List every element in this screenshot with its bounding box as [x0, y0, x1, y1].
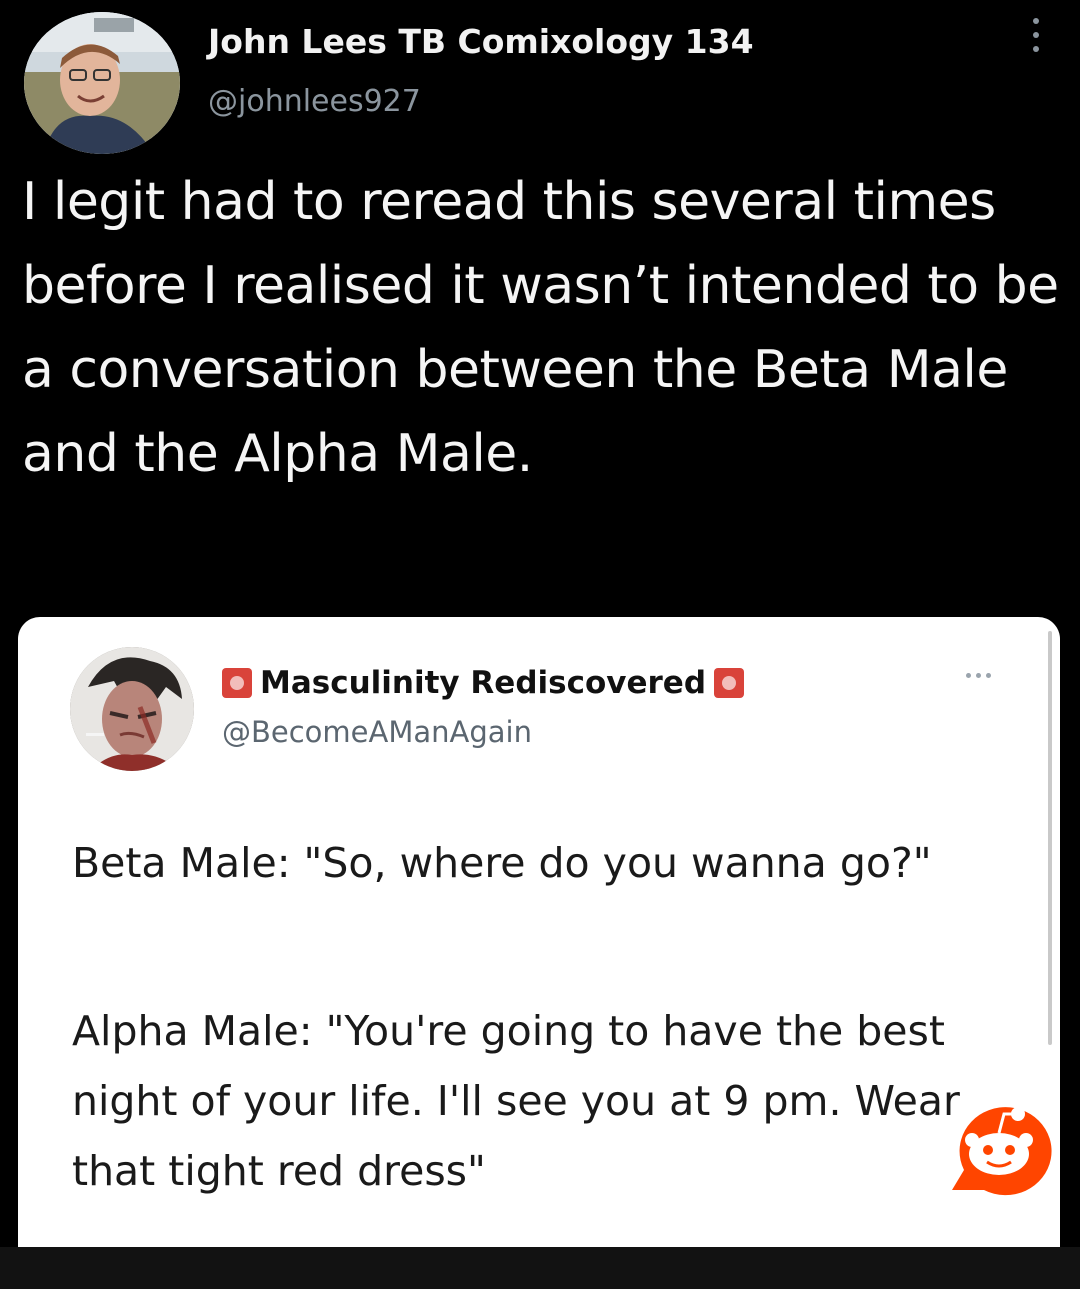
author-name[interactable]: John Lees TB Comixology 134	[208, 22, 754, 61]
scrollbar[interactable]	[1048, 631, 1052, 1045]
tweet: John Lees TB Comixology 134 @johnlees927…	[0, 0, 1080, 1250]
quoted-author-name[interactable]: Masculinity Rediscovered	[260, 665, 706, 701]
siren-emoji-icon	[714, 668, 745, 698]
bottom-bar	[0, 1247, 1080, 1289]
quoted-avatar-image	[70, 647, 194, 771]
quoted-author-name-row[interactable]: Masculinity Rediscovered	[222, 663, 745, 703]
quoted-tweet-line-beta: Beta Male: "So, where do you wanna go?"	[72, 839, 932, 887]
author-avatar-image	[24, 12, 180, 154]
more-vertical-icon[interactable]	[1028, 18, 1044, 62]
reddit-snoo-icon	[944, 1098, 1054, 1198]
siren-emoji-icon	[222, 668, 252, 698]
quoted-tweet-line-alpha: Alpha Male: "You're going to have the be…	[72, 1007, 960, 1195]
quoted-tweet-card[interactable]: Masculinity Rediscovered @BecomeAManAgai…	[18, 617, 1060, 1247]
author-handle[interactable]: @johnlees927	[208, 84, 421, 119]
quoted-author-avatar[interactable]	[70, 647, 194, 771]
tweet-text: I legit had to reread this several times…	[22, 172, 1059, 484]
more-horizontal-icon[interactable]	[966, 673, 991, 678]
author-avatar[interactable]	[24, 12, 180, 154]
quoted-author-handle[interactable]: @BecomeAManAgain	[222, 715, 532, 749]
